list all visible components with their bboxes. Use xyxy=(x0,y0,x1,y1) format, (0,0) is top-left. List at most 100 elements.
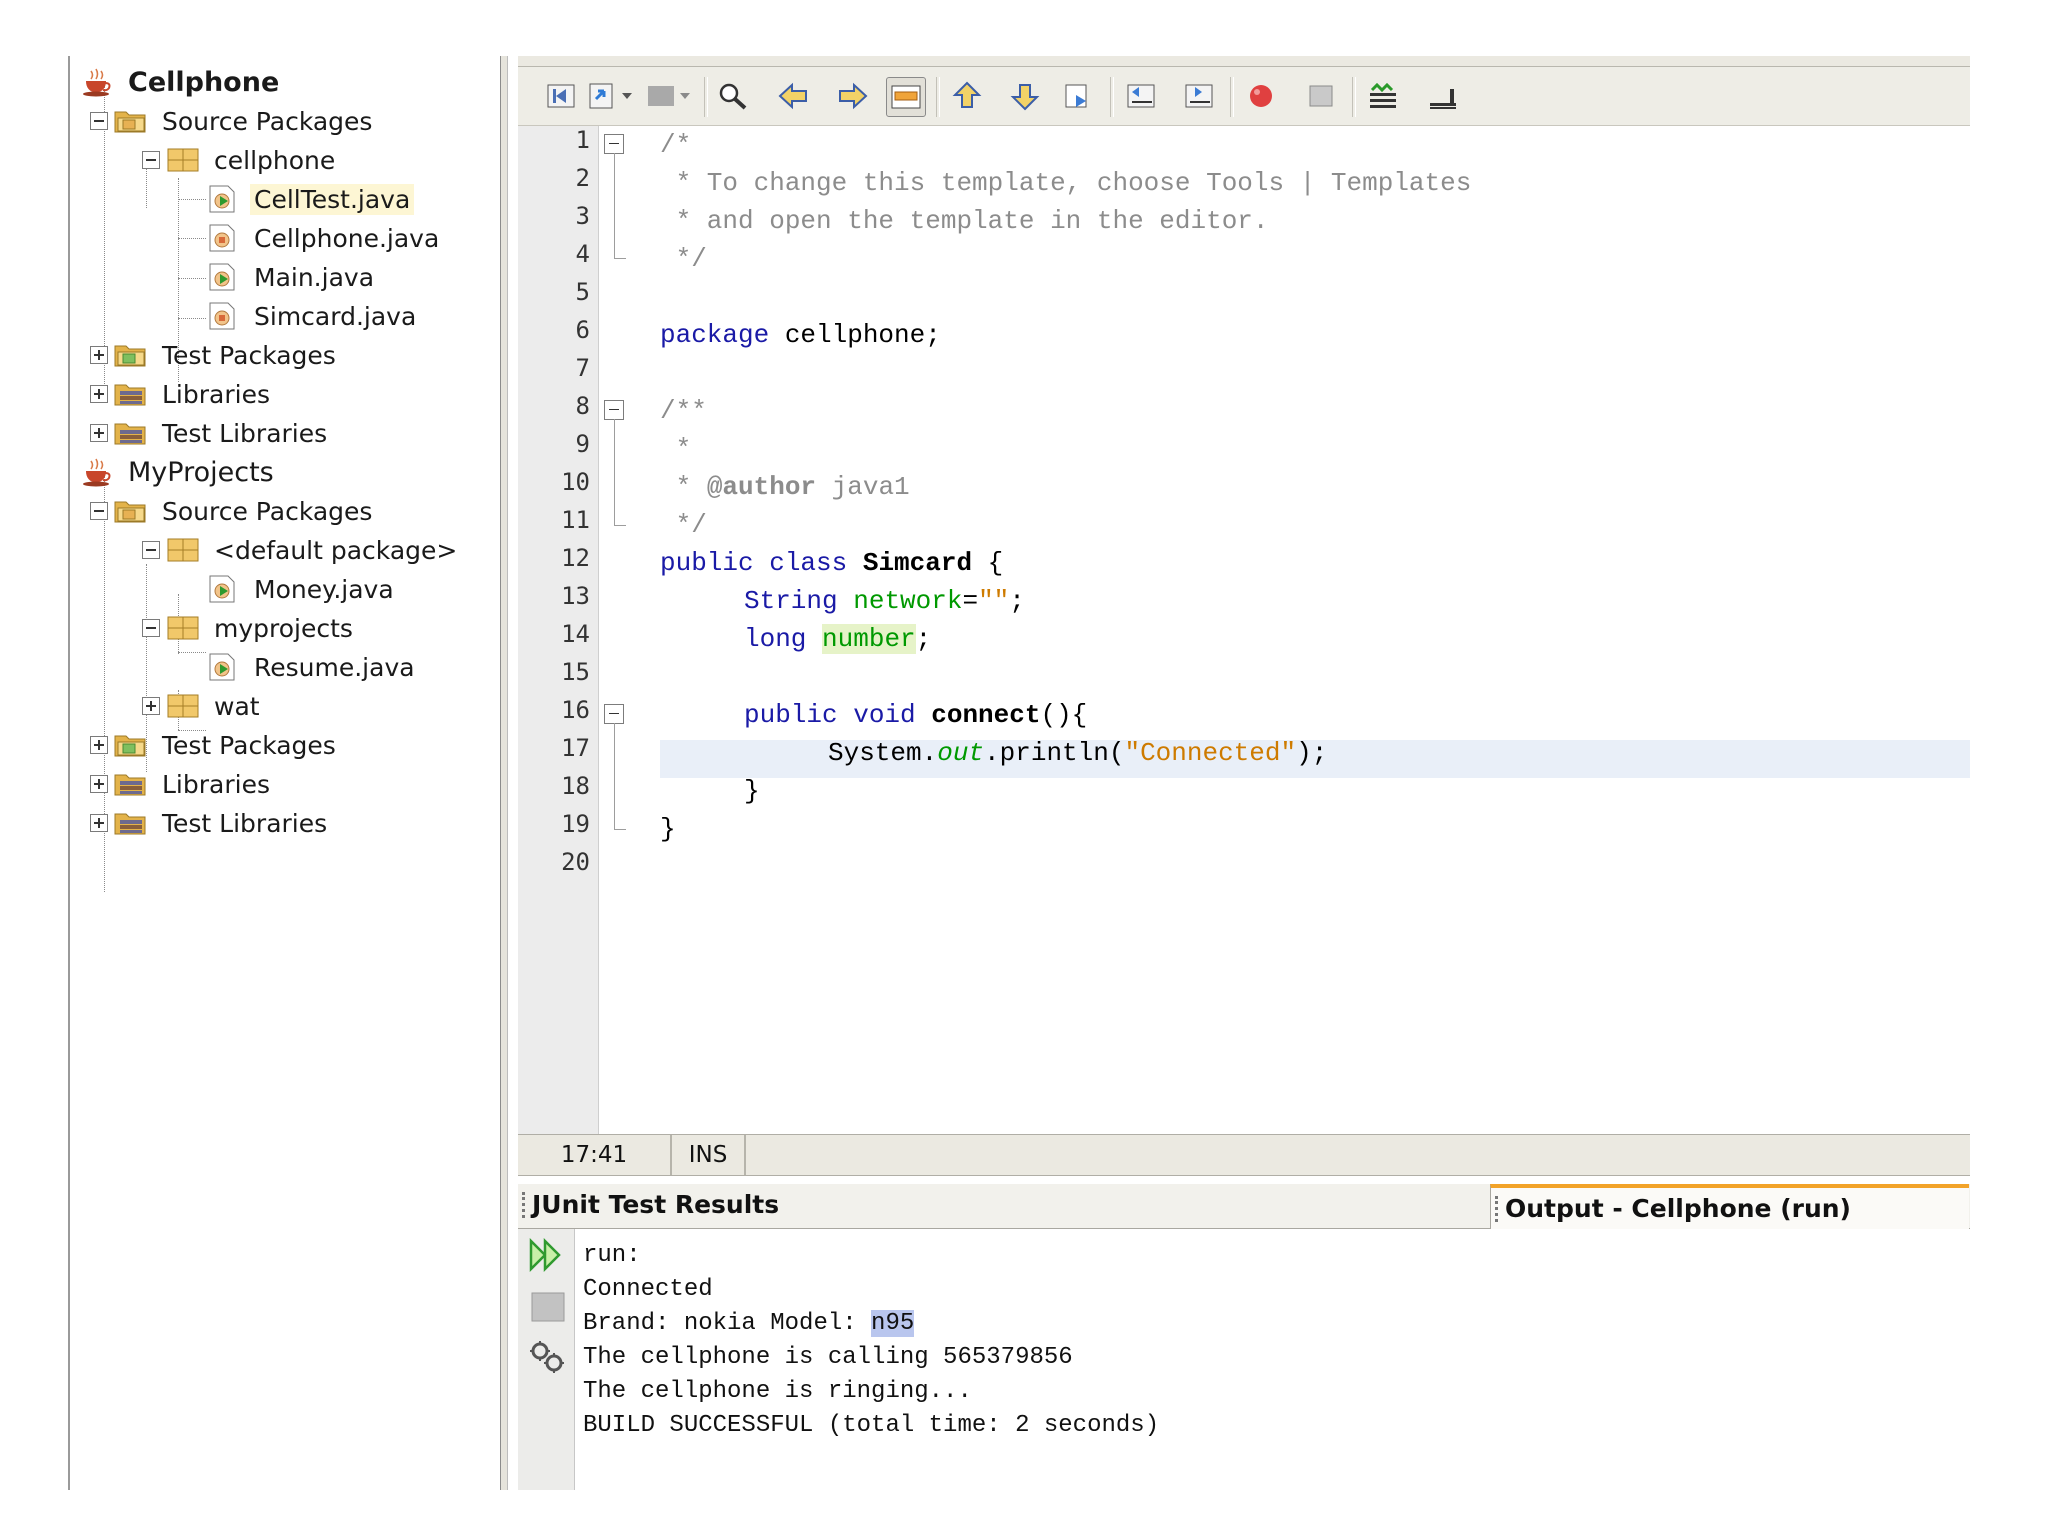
keyword: public void xyxy=(744,700,916,730)
code-line: * and open the template in the editor. xyxy=(660,206,1269,236)
find-next-button[interactable] xyxy=(834,77,872,115)
next-bookmark-button[interactable] xyxy=(1006,77,1044,115)
check-xml-button[interactable] xyxy=(1364,77,1402,115)
tree-node-celltest-java[interactable]: CellTest.java xyxy=(206,181,415,217)
stop-button[interactable] xyxy=(530,1291,566,1327)
tree-node-package-myprojects[interactable]: myprojects xyxy=(142,610,357,646)
comment-text: java1 xyxy=(816,472,910,502)
collapse-icon[interactable] xyxy=(90,502,108,520)
back-button[interactable] xyxy=(542,77,580,115)
collapse-icon[interactable] xyxy=(142,541,160,559)
tree-node-source-packages[interactable]: Source Packages xyxy=(90,103,376,139)
tree-node-money-java[interactable]: Money.java xyxy=(206,571,398,607)
expand-icon[interactable] xyxy=(90,736,108,754)
tree-label: Main.java xyxy=(254,262,375,292)
expand-icon[interactable] xyxy=(90,346,108,364)
tree-label: Simcard.java xyxy=(254,301,417,331)
find-selection-button[interactable] xyxy=(714,77,752,115)
fold-guide xyxy=(614,258,626,259)
start-macro-button[interactable] xyxy=(1242,77,1280,115)
tree-node-test-libraries[interactable]: Test Libraries xyxy=(90,805,331,841)
stop-icon xyxy=(1309,85,1333,107)
fold-guide xyxy=(614,829,626,830)
tree-node-resume-java[interactable]: Resume.java xyxy=(206,649,419,685)
previous-bookmark-button[interactable] xyxy=(948,77,986,115)
record-icon xyxy=(1250,85,1272,107)
tree-label: Source Packages xyxy=(162,496,373,526)
editor-status-bar: 17:41 INS xyxy=(518,1134,1970,1176)
tree-node-package-wat[interactable]: wat xyxy=(142,688,264,724)
fold-collapse-icon[interactable] xyxy=(604,400,624,420)
java-file-icon xyxy=(206,223,240,253)
history-icon xyxy=(589,83,613,109)
source-folder-icon xyxy=(114,106,148,136)
code-line: /** xyxy=(660,396,707,426)
shift-right-button[interactable] xyxy=(1180,77,1218,115)
tree-node-simcard-java[interactable]: Simcard.java xyxy=(206,298,420,334)
stop-macro-button[interactable] xyxy=(1302,77,1340,115)
tree-node-cellphone-java[interactable]: Cellphone.java xyxy=(206,220,443,256)
collapse-icon[interactable] xyxy=(142,619,160,637)
tree-node-test-packages[interactable]: Test Packages xyxy=(90,337,340,373)
tree-node-libraries[interactable]: Libraries xyxy=(90,376,274,412)
editor-tab-strip[interactable] xyxy=(518,56,1970,67)
expand-icon[interactable] xyxy=(90,775,108,793)
code-line: package cellphone; xyxy=(660,316,941,354)
align-icon xyxy=(1430,89,1456,109)
comment-button[interactable] xyxy=(1424,77,1462,115)
tree-node-package-cellphone[interactable]: cellphone xyxy=(142,142,339,178)
code-text: cellphone; xyxy=(769,320,941,350)
tree-label: Source Packages xyxy=(162,106,373,136)
tree-node-source-packages[interactable]: Source Packages xyxy=(90,493,376,529)
tree-node-default-package[interactable]: <default package> xyxy=(142,532,461,568)
panel-splitter[interactable] xyxy=(500,56,508,1490)
tree-node-test-libraries[interactable]: Test Libraries xyxy=(90,415,331,451)
expand-icon[interactable] xyxy=(90,814,108,832)
find-previous-icon xyxy=(778,82,807,110)
keyword: long xyxy=(744,624,807,654)
expand-icon[interactable] xyxy=(90,424,108,442)
insert-mode[interactable]: INS xyxy=(672,1135,746,1175)
output-settings-button[interactable] xyxy=(528,1339,568,1379)
string-literal: "Connected" xyxy=(1124,738,1297,768)
field-name-highlighted: number xyxy=(822,624,916,654)
code-line: */ xyxy=(660,510,707,540)
highlight-search-icon xyxy=(891,85,921,109)
shift-left-button[interactable] xyxy=(1122,77,1160,115)
javadoc-tag: @author xyxy=(706,472,817,502)
code-line: * xyxy=(660,434,692,464)
collapse-icon[interactable] xyxy=(142,151,160,169)
fold-collapse-icon[interactable] xyxy=(604,134,624,154)
history-dropdown[interactable] xyxy=(616,77,638,115)
expand-icon[interactable] xyxy=(90,385,108,403)
tree-node-myprojects-project[interactable]: MyProjects xyxy=(80,454,278,490)
toggle-highlight-search-button[interactable] xyxy=(886,77,926,117)
line-number: 9 xyxy=(575,430,590,458)
tree-label: MyProjects xyxy=(128,456,274,488)
fold-collapse-icon[interactable] xyxy=(604,704,624,724)
type: String xyxy=(744,586,838,616)
tree-node-main-java[interactable]: Main.java xyxy=(206,259,378,295)
output-console[interactable]: run: Connected Brand: nokia Model: n95 T… xyxy=(575,1229,1970,1490)
line-number: 11 xyxy=(561,506,590,534)
tree-label: cellphone xyxy=(214,145,336,175)
toolbar-separator xyxy=(1230,77,1234,117)
code-line: */ xyxy=(660,244,707,274)
tab-junit-test-results[interactable]: JUnit Test Results xyxy=(518,1184,1496,1226)
package-icon xyxy=(166,145,200,175)
forward-dropdown[interactable] xyxy=(674,77,696,115)
tree-node-libraries[interactable]: Libraries xyxy=(90,766,274,802)
toggle-bookmark-button[interactable] xyxy=(1060,77,1098,115)
expand-icon[interactable] xyxy=(142,697,160,715)
tree-node-cellphone-project[interactable]: Cellphone xyxy=(80,64,283,100)
find-previous-button[interactable] xyxy=(774,77,812,115)
shift-left-icon xyxy=(1127,84,1155,108)
tab-output-cellphone-run[interactable]: Output - Cellphone (run) xyxy=(1490,1184,1969,1230)
shift-right-icon xyxy=(1185,84,1213,108)
collapse-icon[interactable] xyxy=(90,112,108,130)
tree-node-test-packages[interactable]: Test Packages xyxy=(90,727,340,763)
line-number: 14 xyxy=(561,620,590,648)
rerun-button[interactable] xyxy=(528,1237,568,1277)
library-icon xyxy=(114,808,148,838)
line-number: 17 xyxy=(561,734,590,762)
